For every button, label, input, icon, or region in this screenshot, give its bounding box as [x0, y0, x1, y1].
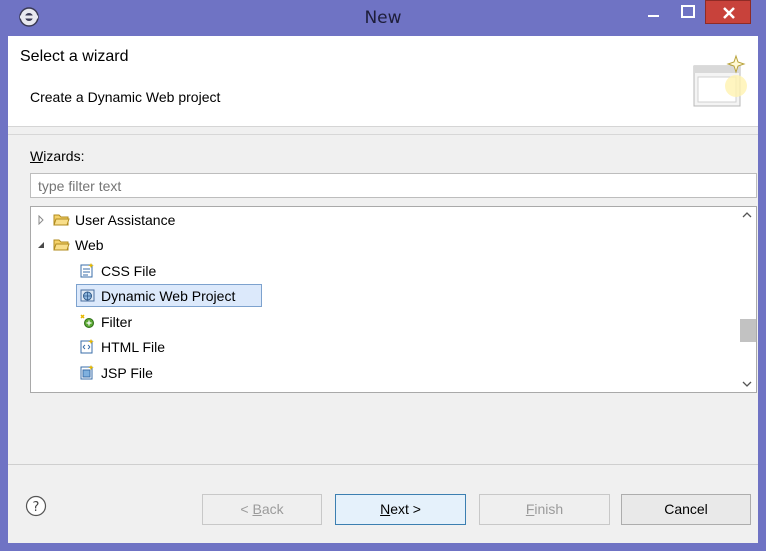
back-mnemonic: B [252, 501, 262, 517]
expand-arrow-icon [38, 215, 44, 225]
minimize-button[interactable] [637, 0, 671, 24]
minimize-icon [648, 15, 659, 17]
wizards-label: Wizards: [30, 148, 85, 164]
back-prefix: < [240, 501, 253, 517]
title-bar[interactable]: New [0, 0, 766, 36]
scrollbar-thumb[interactable] [740, 319, 756, 342]
back-rest: ack [261, 501, 284, 517]
new-wizard-window: New Select a wizard Create a Dynamic Web… [0, 0, 766, 551]
tree-item-label: JSP File [101, 365, 153, 381]
close-icon [723, 7, 735, 19]
web-project-icon [80, 289, 95, 302]
filter-icon [80, 314, 94, 328]
dialog-content: Select a wizard Create a Dynamic Web pro… [8, 36, 758, 543]
back-button[interactable]: < Back [202, 494, 322, 525]
next-rest: ext > [390, 501, 421, 517]
footer-separator [8, 464, 758, 465]
wizard-tree[interactable]: User Assistance Web CSS File Dynamic Web… [30, 206, 757, 393]
filter-input[interactable] [30, 173, 757, 198]
scroll-up-icon[interactable] [738, 207, 756, 224]
tree-item-filter[interactable]: Filter [31, 310, 731, 334]
cancel-button[interactable]: Cancel [621, 494, 751, 525]
tree-item-label: HTML File [101, 339, 166, 355]
tree-item-label: Dynamic Web Project [101, 288, 236, 304]
scroll-down-icon[interactable] [738, 375, 756, 392]
tree-item-html-file[interactable]: HTML File [31, 335, 731, 359]
tree-item-css-file[interactable]: CSS File [31, 259, 731, 283]
svg-text:?: ? [33, 500, 40, 515]
folder-open-icon [53, 239, 70, 251]
wizard-header: Select a wizard Create a Dynamic Web pro… [8, 36, 758, 127]
tree-item-dynamic-web-project[interactable]: Dynamic Web Project [31, 284, 731, 308]
maximize-icon [681, 5, 695, 18]
page-title: Select a wizard [20, 48, 129, 65]
tree-item-web[interactable]: Web [31, 233, 731, 257]
finish-button[interactable]: Finish [479, 494, 610, 525]
folder-icon [53, 214, 70, 226]
html-file-icon [80, 339, 94, 354]
vertical-scrollbar[interactable] [738, 207, 756, 392]
maximize-button[interactable] [671, 0, 705, 24]
tree-item-user-assistance[interactable]: User Assistance [31, 208, 731, 232]
tree-item-jsp-file[interactable]: JSP File [31, 361, 731, 385]
help-icon[interactable]: ? [25, 495, 47, 517]
jsp-file-icon [80, 365, 94, 380]
tree-item-label: CSS File [101, 263, 157, 279]
tree-item-label: User Assistance [75, 212, 176, 228]
finish-rest: inish [534, 501, 564, 517]
tree-item-label: Web [75, 237, 104, 253]
css-file-icon [80, 263, 94, 278]
close-button[interactable] [705, 0, 751, 24]
page-description: Create a Dynamic Web project [30, 89, 221, 105]
collapse-arrow-icon [38, 242, 44, 248]
next-mnemonic: N [380, 501, 391, 517]
tree-item-label: Filter [101, 314, 133, 330]
new-wizard-banner-icon [693, 54, 747, 107]
header-separator [8, 134, 758, 135]
next-button[interactable]: Next > [335, 494, 466, 525]
